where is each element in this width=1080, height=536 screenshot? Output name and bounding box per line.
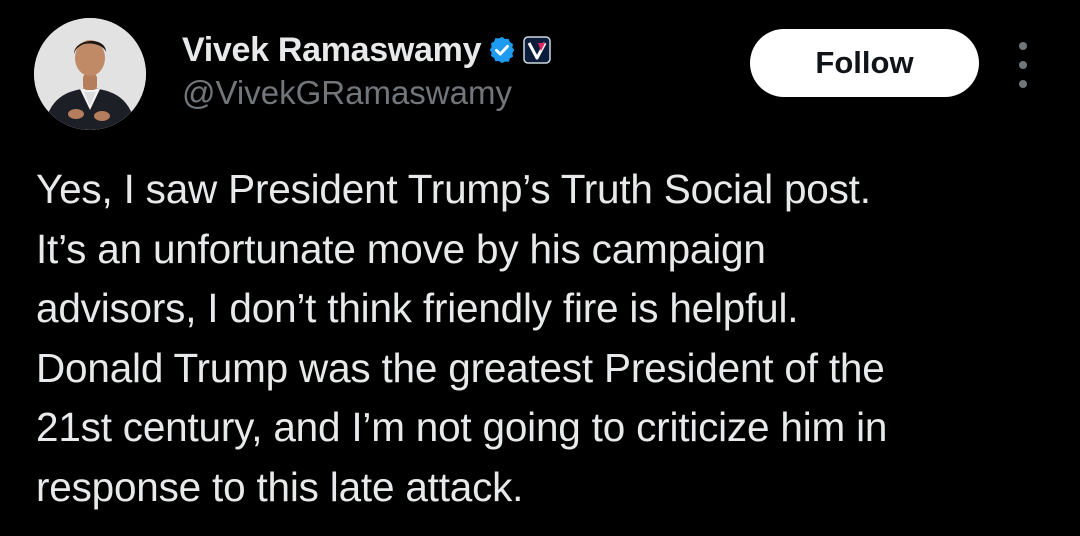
tweet-line: It’s an unfortunate move by his campaign (36, 225, 766, 272)
more-dot (1019, 61, 1027, 69)
author-handle[interactable]: @VivekGRamaswamy (182, 74, 512, 112)
follow-button[interactable]: Follow (750, 29, 979, 97)
more-options-icon[interactable] (1008, 42, 1038, 88)
more-dot (1019, 80, 1027, 88)
vivek-campaign-logo-icon[interactable] (523, 36, 551, 64)
author-display-name[interactable]: Vivek Ramaswamy (182, 31, 482, 70)
verified-badge-icon[interactable] (487, 35, 517, 65)
tweet-line: advisors, I don’t think friendly fire is… (36, 285, 799, 331)
avatar[interactable] (34, 18, 146, 130)
profile-photo-icon (34, 18, 146, 130)
tweet-card: Vivek Ramaswamy @VivekGRamaswamy Follow … (0, 0, 1080, 536)
tweet-line: Yes, I saw President Trump’s Truth Socia… (36, 166, 871, 212)
tweet-line: response to this late attack. (36, 463, 524, 510)
more-dot (1019, 42, 1027, 50)
tweet-text: Yes, I saw President Trump’s Truth Socia… (36, 160, 1056, 517)
tweet-line: 21st century, and I’m not going to criti… (36, 404, 888, 450)
tweet-line: Donald Trump was the greatest President … (36, 344, 885, 391)
author-name-row: Vivek Ramaswamy (182, 28, 551, 72)
